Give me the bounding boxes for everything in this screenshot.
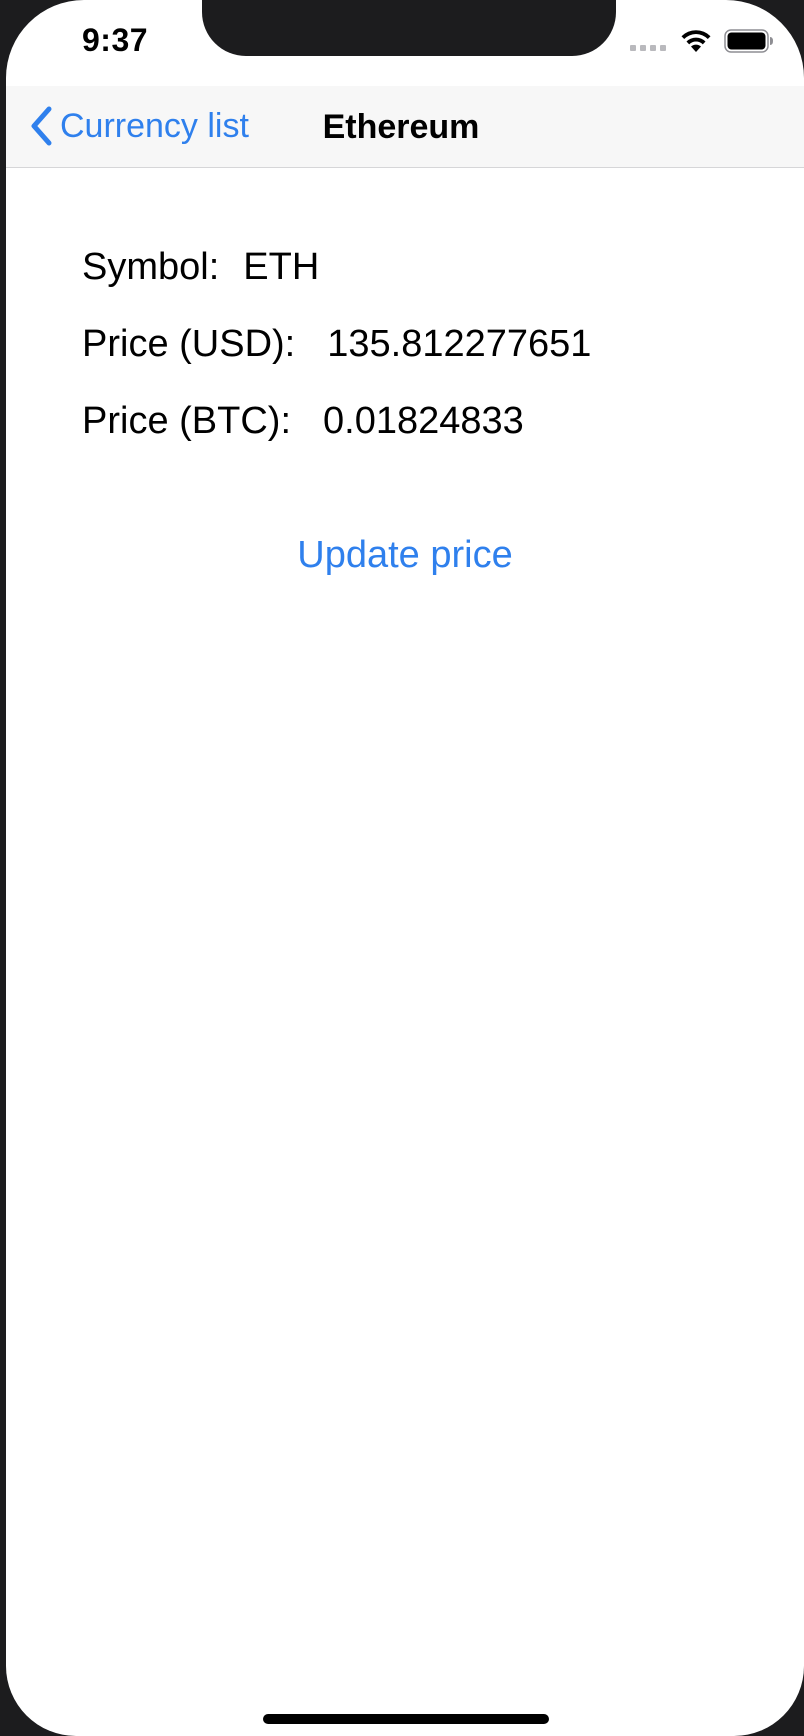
price-btc-label: Price (BTC): bbox=[82, 400, 291, 442]
symbol-row: Symbol: ETH bbox=[82, 246, 319, 289]
page-title: Ethereum bbox=[322, 108, 480, 146]
symbol-value: ETH bbox=[243, 246, 320, 288]
price-btc-row: Price (BTC): 0.01824833 bbox=[82, 400, 524, 443]
navigation-bar: Currency list Ethereum bbox=[6, 86, 804, 168]
battery-icon bbox=[724, 29, 773, 53]
phone-screen: 9:37 Currency list Ethereum Symbol: ETH … bbox=[6, 0, 804, 1736]
price-usd-label: Price (USD): bbox=[82, 323, 296, 365]
status-time: 9:37 bbox=[82, 22, 149, 58]
status-icons bbox=[630, 26, 774, 56]
wifi-icon bbox=[681, 30, 711, 52]
symbol-label: Symbol: bbox=[82, 246, 220, 288]
price-btc-value: 0.01824833 bbox=[323, 400, 524, 442]
home-indicator[interactable] bbox=[263, 1714, 549, 1724]
notch bbox=[202, 0, 616, 56]
price-usd-row: Price (USD): 135.812277651 bbox=[82, 323, 591, 366]
update-price-button[interactable]: Update price bbox=[205, 534, 605, 577]
price-usd-value: 135.812277651 bbox=[327, 323, 592, 365]
cellular-signal-icon bbox=[630, 31, 666, 51]
